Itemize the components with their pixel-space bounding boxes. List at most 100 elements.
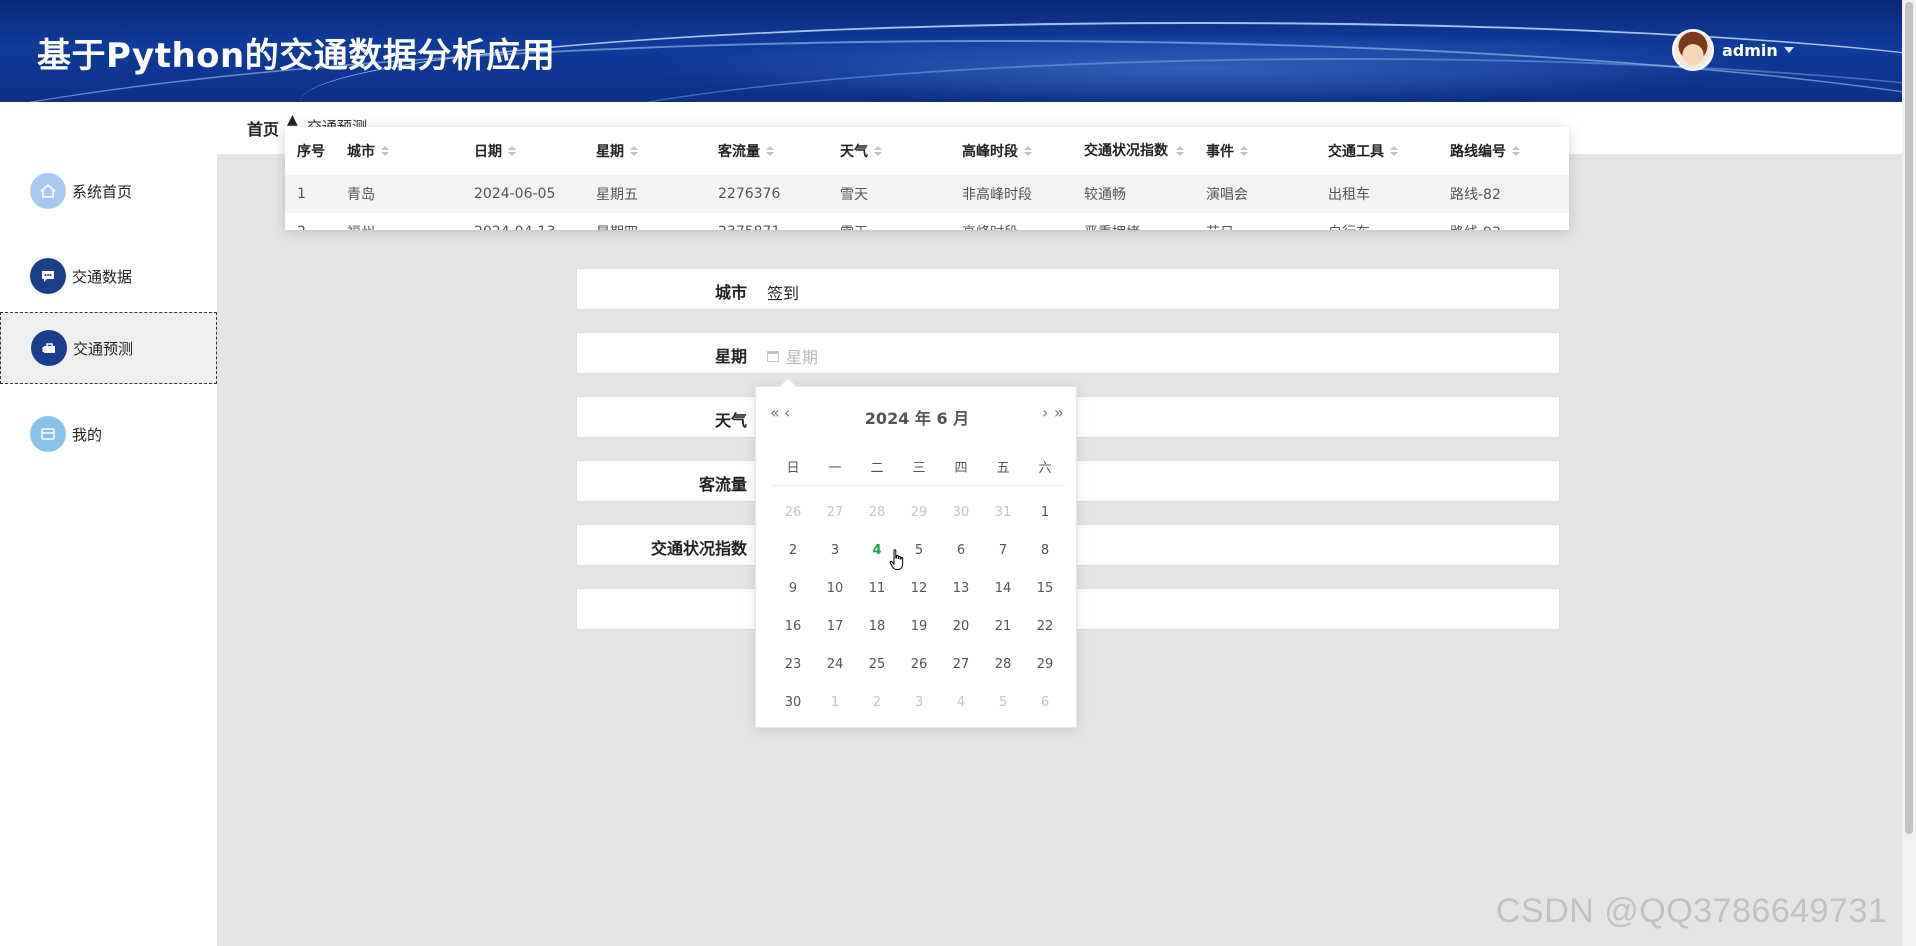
sort-icon[interactable]: [1390, 146, 1398, 156]
column-header[interactable]: 事件: [1194, 127, 1316, 175]
sort-icon[interactable]: [1176, 146, 1184, 156]
breadcrumb-home[interactable]: 首页: [247, 116, 279, 140]
form-row-weekday: 星期 星期: [576, 332, 1560, 374]
date-row: 2345678: [772, 531, 1066, 569]
column-header[interactable]: 客流量: [706, 127, 828, 175]
date-cell[interactable]: 11: [856, 569, 898, 607]
user-menu[interactable]: admin: [1672, 28, 1794, 72]
column-header[interactable]: 星期: [584, 127, 706, 175]
date-row: 26 27 28 29 30 31 1: [772, 493, 1066, 531]
table-cell: 福州: [335, 213, 462, 230]
table-cell: 路线-82: [1450, 187, 1501, 203]
date-picker-title[interactable]: 2024 年 6 月: [756, 405, 1078, 429]
date-cell[interactable]: 28: [856, 493, 898, 531]
date-cell[interactable]: 26: [898, 645, 940, 683]
chat-icon: [30, 258, 66, 294]
date-cell[interactable]: 6: [1024, 683, 1066, 721]
weekday-label: 三: [912, 461, 926, 476]
date-cell[interactable]: 1: [1024, 493, 1066, 531]
column-header[interactable]: 天气: [828, 127, 950, 175]
date-row: 30 1 2 3 4 5 6: [772, 683, 1066, 721]
table-cell: 1: [297, 186, 306, 202]
date-cell[interactable]: 9: [772, 569, 814, 607]
date-cell[interactable]: 18: [856, 607, 898, 645]
column-header[interactable]: 交通状况指数: [1072, 127, 1194, 175]
column-header[interactable]: 城市: [335, 127, 462, 175]
table-cell: 严重拥堵: [1072, 213, 1194, 230]
next-year-button[interactable]: »: [1054, 403, 1064, 422]
date-cell[interactable]: 19: [898, 607, 940, 645]
table-cell: 星期五: [596, 187, 638, 203]
weekday-placeholder: 星期: [786, 348, 819, 367]
sort-icon[interactable]: [630, 146, 638, 156]
date-cell[interactable]: 15: [1024, 569, 1066, 607]
date-cell[interactable]: 27: [814, 493, 856, 531]
divider: [772, 485, 1066, 486]
date-cell[interactable]: 5: [982, 683, 1024, 721]
weekday-label: 四: [954, 461, 968, 476]
city-input[interactable]: 签到: [767, 280, 799, 304]
page-scrollbar-thumb[interactable]: [1905, 2, 1913, 834]
date-cell[interactable]: 3: [814, 531, 856, 569]
date-cell[interactable]: 21: [982, 607, 1024, 645]
weekday-label: 二: [870, 461, 884, 476]
date-cell[interactable]: 20: [940, 607, 982, 645]
date-cell[interactable]: 28: [982, 645, 1024, 683]
date-cell[interactable]: 31: [982, 493, 1024, 531]
date-cell[interactable]: 30: [940, 493, 982, 531]
table-header: 序号 城市 日期 星期 客流量 天气 高峰时段 交通状况指数 事件 交通工具 路…: [285, 127, 1569, 175]
sort-icon[interactable]: [766, 146, 774, 156]
column-header[interactable]: 路线编号: [1438, 127, 1567, 175]
field-label: 天气: [714, 411, 747, 430]
date-cell[interactable]: 30: [772, 683, 814, 721]
table-cell: 路线-93: [1438, 213, 1567, 230]
next-month-button[interactable]: ›: [1042, 403, 1049, 422]
sidebar: 系统首页 交通数据 交通预测 我的: [0, 102, 217, 946]
date-cell[interactable]: 10: [814, 569, 856, 607]
weekday-date-input[interactable]: 星期: [767, 344, 818, 368]
sidebar-item-mine[interactable]: 我的: [0, 398, 217, 470]
sort-icon[interactable]: [508, 146, 516, 156]
table-cell: 演唱会: [1206, 187, 1248, 203]
sort-icon[interactable]: [1512, 146, 1520, 156]
date-cell[interactable]: 4: [940, 683, 982, 721]
table-cell: 出租车: [1328, 187, 1370, 203]
sidebar-item-home[interactable]: 系统首页: [0, 155, 217, 227]
table-cell: 2375871: [706, 213, 828, 230]
card-icon: [30, 416, 66, 452]
date-cell[interactable]: 27: [940, 645, 982, 683]
date-cell[interactable]: 23: [772, 645, 814, 683]
date-cell[interactable]: 13: [940, 569, 982, 607]
date-cell[interactable]: 26: [772, 493, 814, 531]
date-cell[interactable]: 14: [982, 569, 1024, 607]
date-cell[interactable]: 2: [856, 683, 898, 721]
table-cell: 2024-04-13: [462, 213, 584, 230]
column-header[interactable]: 高峰时段: [950, 127, 1072, 175]
sidebar-item-traffic-data[interactable]: 交通数据: [0, 240, 217, 312]
sort-icon[interactable]: [1240, 146, 1248, 156]
weekday-header: 日 一 二 三 四 五 六: [772, 457, 1066, 476]
date-cell[interactable]: 7: [982, 531, 1024, 569]
date-cell[interactable]: 29: [898, 493, 940, 531]
sidebar-item-traffic-forecast[interactable]: 交通预测: [0, 312, 217, 384]
table-row[interactable]: 2 福州 2024-04-13 星期四 2375871 雪天 高峰时段 严重拥堵…: [285, 213, 1569, 230]
date-cell[interactable]: 29: [1024, 645, 1066, 683]
date-cell[interactable]: 8: [1024, 531, 1066, 569]
sort-icon[interactable]: [1024, 146, 1032, 156]
date-cell[interactable]: 25: [856, 645, 898, 683]
date-cell[interactable]: 3: [898, 683, 940, 721]
date-cell[interactable]: 22: [1024, 607, 1066, 645]
date-cell[interactable]: 12: [898, 569, 940, 607]
sort-icon[interactable]: [381, 146, 389, 156]
sort-icon[interactable]: [874, 146, 882, 156]
date-cell[interactable]: 2: [772, 531, 814, 569]
date-cell[interactable]: 24: [814, 645, 856, 683]
date-cell[interactable]: 1: [814, 683, 856, 721]
table-row[interactable]: 1 青岛 2024-06-05 星期五 2276376 雪天 非高峰时段 较通畅…: [285, 175, 1569, 213]
column-header[interactable]: 日期: [462, 127, 584, 175]
date-cell[interactable]: 17: [814, 607, 856, 645]
column-header[interactable]: 交通工具: [1316, 127, 1438, 175]
column-header[interactable]: 序号: [285, 127, 335, 175]
date-cell[interactable]: 16: [772, 607, 814, 645]
date-cell[interactable]: 6: [940, 531, 982, 569]
